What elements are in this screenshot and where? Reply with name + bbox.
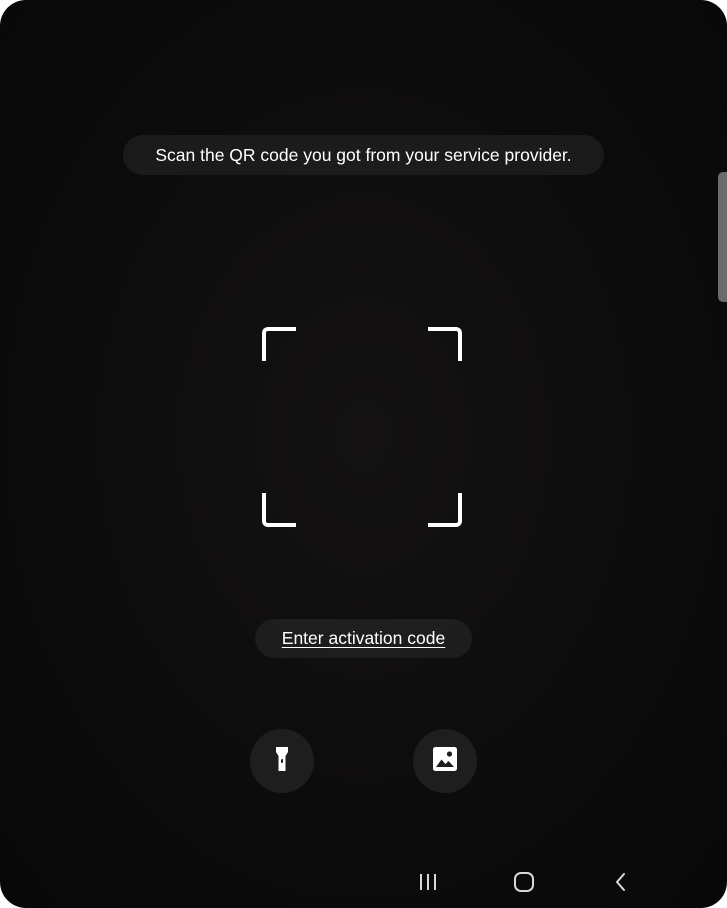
home-icon [513, 871, 535, 897]
recent-apps-icon [418, 873, 438, 896]
qr-scan-frame [262, 327, 462, 527]
back-icon [613, 872, 629, 897]
qr-scanner-screen: Scan the QR code you got from your servi… [0, 0, 727, 908]
frame-corner-bottom-left [262, 493, 296, 527]
gallery-image-icon [431, 745, 459, 778]
scan-instruction: Scan the QR code you got from your servi… [123, 135, 604, 175]
flashlight-icon [269, 744, 295, 779]
home-button[interactable] [504, 868, 544, 900]
enter-activation-code-link[interactable]: Enter activation code [255, 619, 472, 658]
back-button[interactable] [601, 868, 641, 900]
frame-corner-top-right [428, 327, 462, 361]
frame-corner-bottom-right [428, 493, 462, 527]
side-panel-handle[interactable] [718, 172, 727, 302]
frame-corner-top-left [262, 327, 296, 361]
gallery-button[interactable] [413, 729, 477, 793]
flashlight-button[interactable] [250, 729, 314, 793]
navigation-bar [0, 860, 727, 908]
recent-apps-button[interactable] [408, 868, 448, 900]
